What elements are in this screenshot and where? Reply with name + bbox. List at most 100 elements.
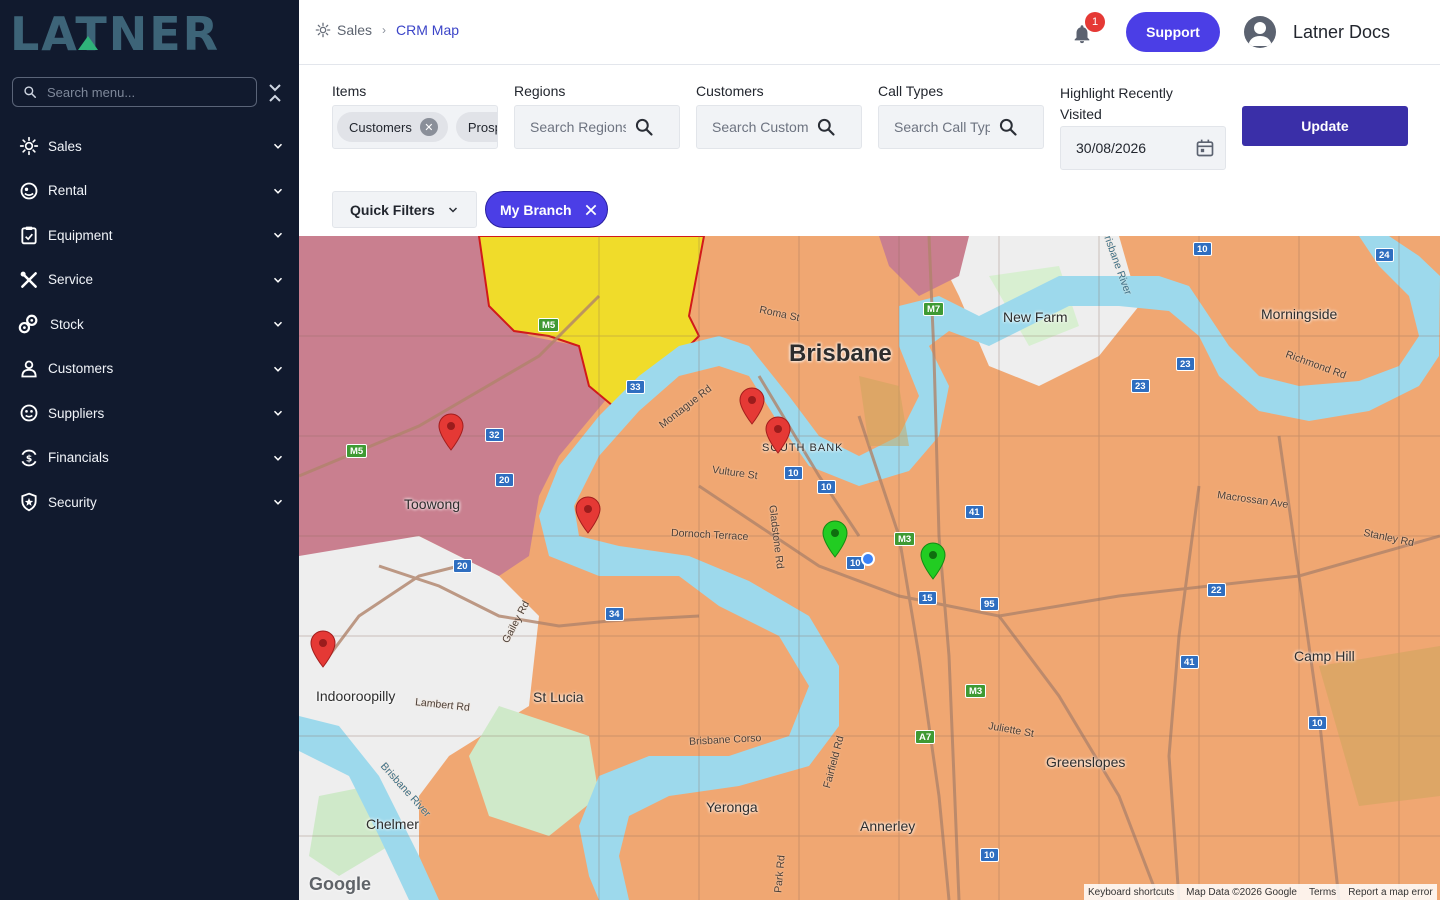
remove-chip-icon[interactable]: ✕ bbox=[419, 118, 438, 136]
close-icon[interactable] bbox=[584, 203, 598, 217]
sidebar-item-label: Financials bbox=[48, 450, 109, 466]
route-shield: M3 bbox=[894, 532, 916, 546]
report-error-link[interactable]: Report a map error bbox=[1348, 887, 1432, 898]
person-icon bbox=[18, 358, 40, 380]
items-select[interactable]: Customers ✕ Prosp bbox=[332, 105, 498, 149]
route-shield: 20 bbox=[453, 559, 472, 573]
sidebar-item-sales[interactable]: Sales bbox=[0, 124, 299, 169]
items-chip-prospects[interactable]: Prosp bbox=[455, 112, 497, 142]
chevron-down-icon bbox=[273, 188, 283, 194]
collapse-sidebar-icon[interactable] bbox=[268, 82, 286, 104]
breadcrumb-root[interactable]: Sales bbox=[337, 22, 372, 38]
highlight-label: Highlight Recently Visited bbox=[1060, 85, 1173, 122]
route-shield: 23 bbox=[1131, 379, 1150, 393]
route-shield: 15 bbox=[918, 591, 937, 605]
chevron-down-icon bbox=[273, 321, 283, 328]
google-logo: Google bbox=[309, 874, 371, 894]
current-location-marker[interactable] bbox=[861, 552, 875, 566]
chevron-down-icon bbox=[273, 499, 283, 506]
quick-filters-label: Quick Filters bbox=[350, 201, 435, 218]
breadcrumb-current[interactable]: CRM Map bbox=[396, 22, 459, 38]
route-shield: 10 bbox=[980, 848, 999, 862]
map-pin-red[interactable] bbox=[738, 387, 766, 425]
highlight-date-field[interactable]: 30/08/2026 bbox=[1060, 126, 1226, 170]
route-shield: M5 bbox=[538, 318, 560, 332]
quick-filters-button[interactable]: Quick Filters bbox=[332, 191, 477, 228]
customers-label: Customers bbox=[696, 83, 764, 99]
sidebar-item-label: Equipment bbox=[48, 227, 113, 243]
menu-search-input[interactable] bbox=[47, 84, 237, 100]
crm-map[interactable]: Brisbane New Farm Morningside SOUTH BANK… bbox=[299, 236, 1440, 900]
app-root: LATNER Sales Rental Equipme bbox=[0, 0, 1440, 900]
items-chip-customers[interactable]: Customers ✕ bbox=[337, 112, 448, 142]
map-pin-red[interactable] bbox=[437, 413, 465, 451]
place-label: Camp Hill bbox=[1294, 648, 1355, 664]
route-shield: 33 bbox=[626, 380, 645, 394]
place-label: Morningside bbox=[1261, 306, 1338, 322]
menu-search[interactable] bbox=[12, 77, 257, 107]
user-name[interactable]: Latner Docs bbox=[1293, 22, 1390, 43]
place-label: Indooroopilly bbox=[316, 688, 396, 704]
my-branch-chip[interactable]: My Branch bbox=[485, 191, 608, 228]
sidebar-item-security[interactable]: Security bbox=[0, 480, 299, 525]
place-label: Brisbane bbox=[789, 340, 892, 367]
route-shield: M5 bbox=[346, 444, 368, 458]
keyboard-shortcuts-link[interactable]: Keyboard shortcuts bbox=[1088, 887, 1174, 898]
svg-text:LATNER: LATNER bbox=[10, 12, 220, 54]
regions-search[interactable]: Search Regions bbox=[514, 105, 680, 149]
map-pin-red[interactable] bbox=[574, 496, 602, 534]
route-shield: M3 bbox=[965, 684, 987, 698]
highlight-date-value[interactable]: 30/08/2026 bbox=[1076, 140, 1195, 156]
items-label: Items bbox=[332, 83, 367, 99]
sidebar-item-service[interactable]: Service bbox=[0, 258, 299, 303]
chevron-down-icon bbox=[273, 455, 283, 461]
map-pin-green[interactable] bbox=[919, 542, 947, 580]
map-pin-red[interactable] bbox=[309, 630, 337, 668]
sidebar-item-financials[interactable]: $ Financials bbox=[0, 436, 299, 481]
support-button[interactable]: Support bbox=[1126, 12, 1220, 52]
latner-logo[interactable]: LATNER bbox=[10, 7, 280, 61]
calendar-icon[interactable] bbox=[1195, 138, 1215, 158]
terms-link[interactable]: Terms bbox=[1309, 887, 1336, 898]
sidebar: LATNER Sales Rental Equipme bbox=[0, 0, 299, 900]
sidebar-item-customers[interactable]: Customers bbox=[0, 347, 299, 392]
calltypes-search-input[interactable]: Search Call Type bbox=[894, 119, 990, 135]
money-icon: $ bbox=[18, 447, 40, 469]
place-label: Chelmer bbox=[366, 816, 419, 832]
map-pin-green[interactable] bbox=[821, 520, 849, 558]
chevron-right-icon: › bbox=[382, 23, 387, 37]
map-attribution: Keyboard shortcuts Map Data ©2026 Google… bbox=[1084, 884, 1437, 900]
calltypes-search[interactable]: Search Call Type bbox=[878, 105, 1044, 149]
route-shield: 34 bbox=[605, 607, 624, 621]
sidebar-item-label: Rental bbox=[48, 183, 88, 199]
sidebar-item-stock[interactable]: Stock bbox=[0, 302, 299, 347]
notification-count-badge: 1 bbox=[1085, 12, 1105, 32]
sidebar-item-label: Service bbox=[48, 272, 94, 288]
customers-search-input[interactable]: Search Custome bbox=[712, 119, 808, 135]
map-data-label: Map Data ©2026 Google bbox=[1186, 886, 1297, 898]
regions-search-input[interactable]: Search Regions bbox=[530, 119, 626, 135]
branch-chip-label: My Branch bbox=[500, 201, 572, 218]
map-pin-red[interactable] bbox=[764, 416, 792, 454]
top-header: Sales › CRM Map 1 Support Latner Docs bbox=[299, 0, 1440, 65]
chevron-down-icon bbox=[273, 277, 283, 283]
avatar[interactable] bbox=[1244, 16, 1276, 48]
search-icon bbox=[635, 118, 653, 136]
sidebar-item-suppliers[interactable]: Suppliers bbox=[0, 391, 299, 436]
customers-search[interactable]: Search Custome bbox=[696, 105, 862, 149]
clipboard-icon bbox=[18, 224, 40, 246]
sidebar-item-label: Security bbox=[48, 494, 97, 510]
route-shield: 20 bbox=[495, 473, 514, 487]
chevron-down-icon bbox=[448, 206, 457, 213]
route-shield: 41 bbox=[965, 505, 984, 519]
chevron-down-icon bbox=[273, 143, 283, 150]
sales-icon bbox=[18, 135, 40, 157]
route-shield: 10 bbox=[817, 480, 836, 494]
update-button[interactable]: Update bbox=[1242, 106, 1408, 146]
rental-icon bbox=[18, 180, 40, 202]
sidebar-item-rental[interactable]: Rental bbox=[0, 169, 299, 214]
route-shield: 95 bbox=[980, 597, 999, 611]
route-shield: 10 bbox=[1193, 242, 1212, 256]
logo-wordmark: LATNER bbox=[10, 7, 220, 61]
sidebar-item-equipment[interactable]: Equipment bbox=[0, 213, 299, 258]
